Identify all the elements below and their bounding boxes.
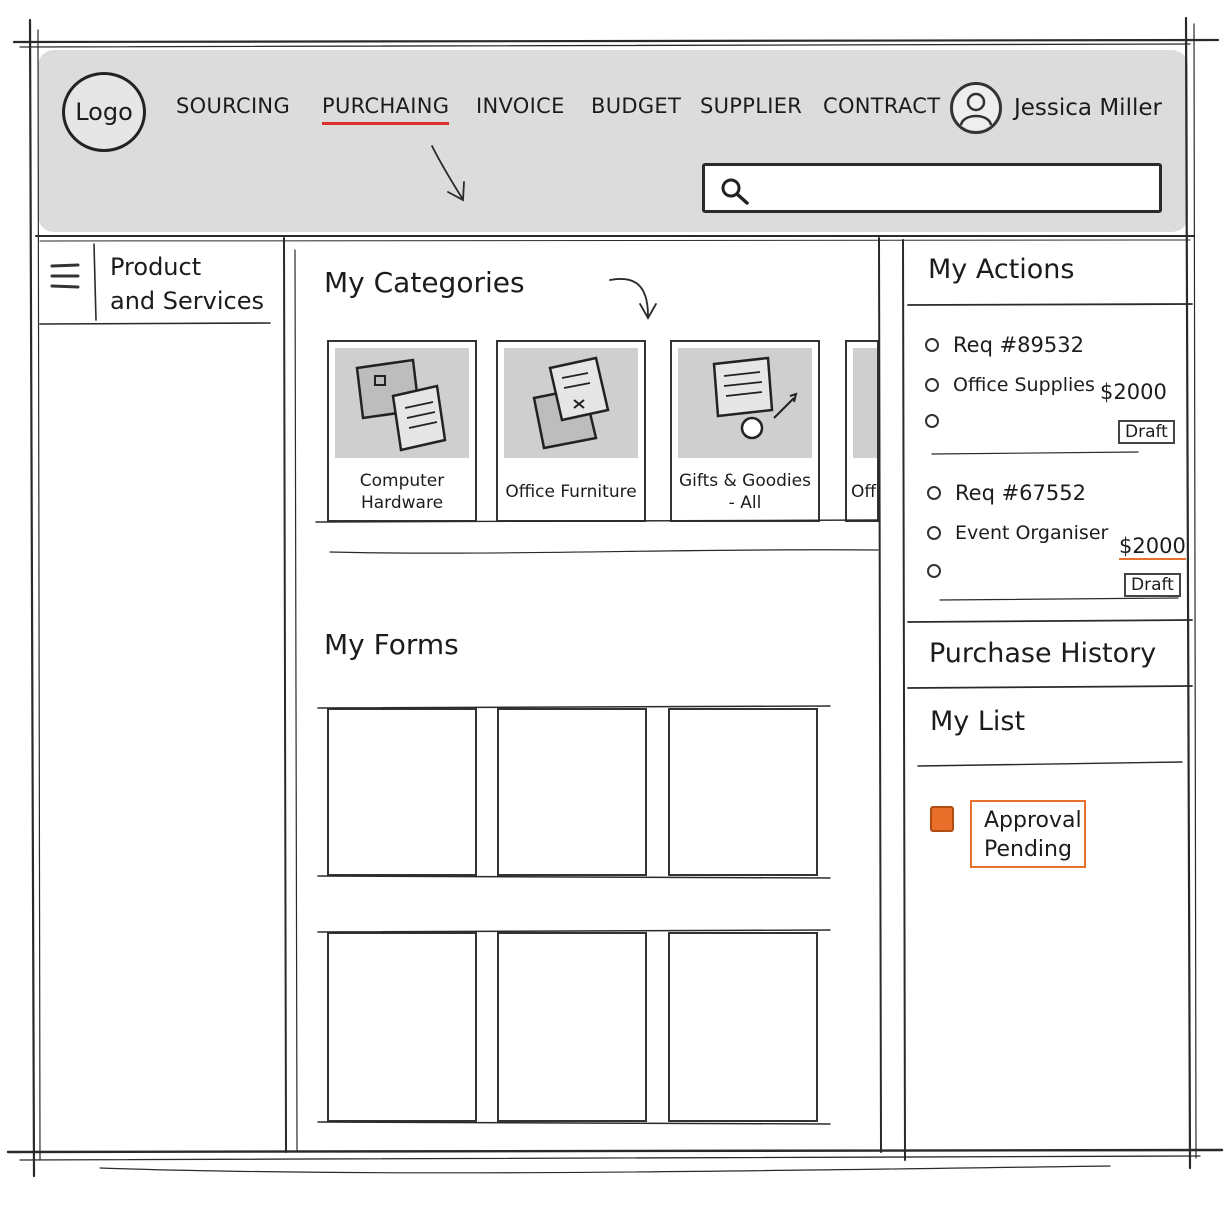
hamburger-menu-icon[interactable] xyxy=(50,262,80,294)
category-label: Gifts & Goodies - All xyxy=(679,471,811,513)
logo[interactable]: Logo xyxy=(62,72,146,152)
user-menu[interactable]: Jessica Miller xyxy=(950,80,1162,136)
status-badge: Draft xyxy=(1118,420,1175,444)
action-item-row[interactable]: Office Supplies xyxy=(925,374,1095,396)
category-card-gifts-goodies[interactable]: Gifts & Goodies - All xyxy=(670,340,820,522)
form-card[interactable] xyxy=(327,932,477,1122)
action-req-row[interactable]: Req #67552 xyxy=(927,481,1086,505)
radio-button[interactable] xyxy=(927,526,941,540)
nav-supplier[interactable]: SUPPLIER xyxy=(700,94,802,118)
item-name: Office Supplies xyxy=(953,374,1095,396)
documents-icon xyxy=(335,348,469,458)
gift-card-icon xyxy=(678,348,812,458)
approval-checkbox[interactable] xyxy=(930,806,954,832)
amount: $2000 xyxy=(1119,534,1186,560)
form-card[interactable] xyxy=(497,932,647,1122)
amount: $2000 xyxy=(1100,380,1167,404)
logo-label: Logo xyxy=(75,98,133,126)
forms-title: My Forms xyxy=(324,628,459,661)
form-card[interactable] xyxy=(327,708,477,876)
status-badge: Draft xyxy=(1124,573,1181,597)
partial-card-icon xyxy=(853,348,877,458)
purchase-history-link[interactable]: Purchase History xyxy=(929,638,1156,669)
approval-pending-label: Approval Pending xyxy=(970,800,1086,868)
form-card[interactable] xyxy=(668,932,818,1122)
category-card-partial[interactable]: Off xyxy=(845,340,879,522)
left-panel-title: Product and Services xyxy=(110,253,264,315)
radio-button[interactable] xyxy=(925,338,939,352)
actions-title: My Actions xyxy=(928,254,1075,285)
action-req-row[interactable]: Req #89532 xyxy=(925,333,1084,357)
user-name: Jessica Miller xyxy=(1014,95,1162,121)
action-status-row[interactable] xyxy=(925,414,939,428)
user-avatar-icon xyxy=(950,82,1002,134)
category-card-office-furniture[interactable]: Office Furniture xyxy=(496,340,646,522)
nav-purchasing[interactable]: PURCHAING xyxy=(322,94,450,125)
search-icon xyxy=(719,176,753,210)
app-window: Logo SOURCING PURCHAING INVOICE BUDGET S… xyxy=(0,0,1232,1212)
action-item-row[interactable]: Event Organiser xyxy=(927,522,1108,544)
radio-button[interactable] xyxy=(927,564,941,578)
category-label: Office Furniture xyxy=(505,482,637,502)
form-card[interactable] xyxy=(497,708,647,876)
nav-sourcing[interactable]: SOURCING xyxy=(176,94,290,118)
req-number: Req #67552 xyxy=(955,481,1086,505)
action-status-row[interactable] xyxy=(927,564,941,578)
radio-button[interactable] xyxy=(925,378,939,392)
papers-icon xyxy=(504,348,638,458)
nav-budget[interactable]: BUDGET xyxy=(591,94,681,118)
nav-invoice[interactable]: INVOICE xyxy=(476,94,565,118)
search-input[interactable] xyxy=(702,163,1162,213)
form-card[interactable] xyxy=(668,708,818,876)
my-list-title: My List xyxy=(930,706,1026,737)
category-label: Computer Hardware xyxy=(359,471,445,513)
req-number: Req #89532 xyxy=(953,333,1084,357)
category-card-computer-hardware[interactable]: Computer Hardware xyxy=(327,340,477,522)
categories-title: My Categories xyxy=(324,266,525,299)
nav-contract[interactable]: CONTRACT xyxy=(823,94,940,118)
category-label: Off xyxy=(851,482,877,502)
radio-button[interactable] xyxy=(925,414,939,428)
radio-button[interactable] xyxy=(927,486,941,500)
item-name: Event Organiser xyxy=(955,522,1109,544)
